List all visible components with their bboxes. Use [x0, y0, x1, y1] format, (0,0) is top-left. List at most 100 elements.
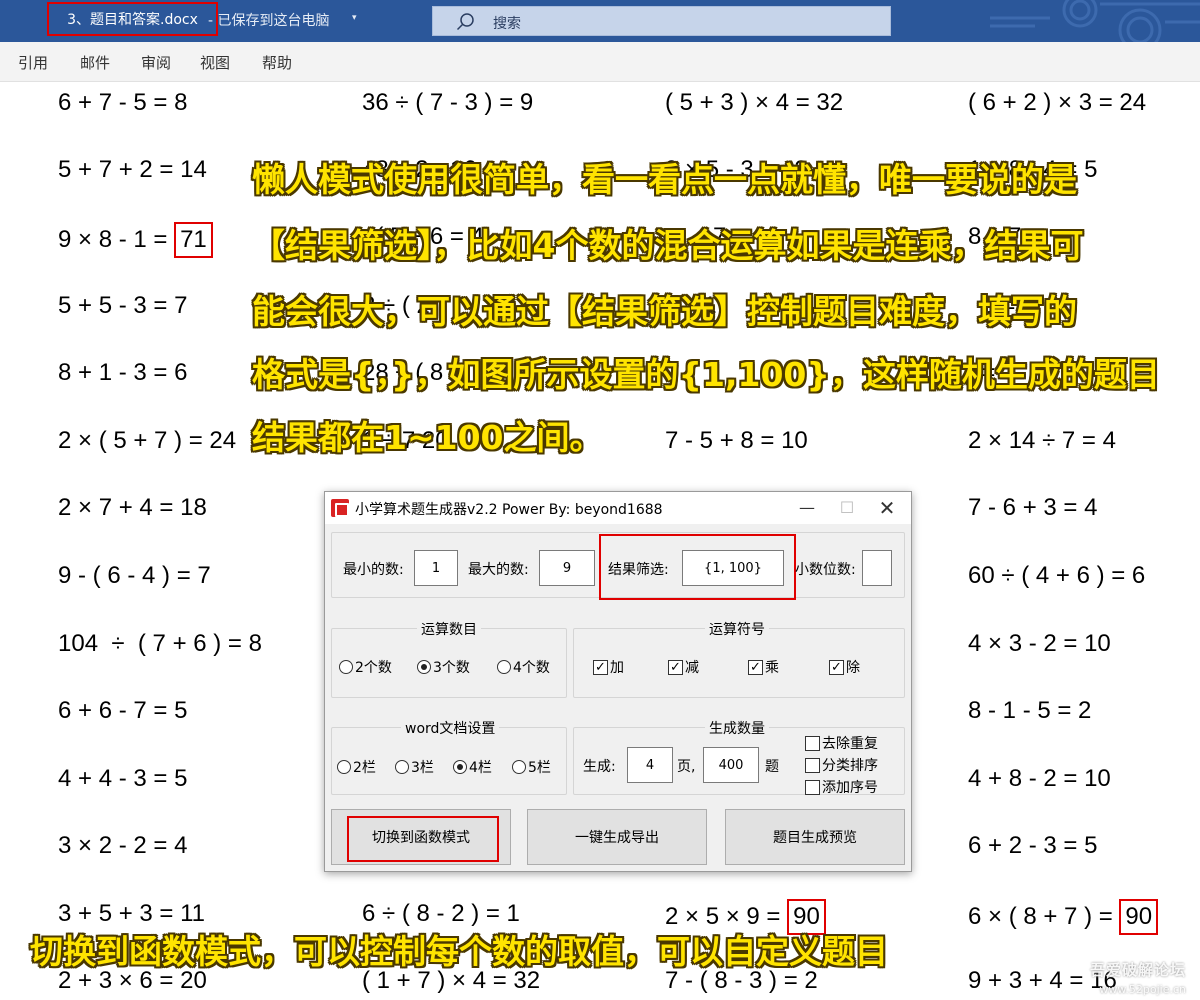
- decimal-label: 小数位数:: [795, 562, 856, 578]
- equation: 7 - 5 + 8 = 10: [665, 427, 808, 454]
- radio-label: 3个数: [433, 660, 470, 676]
- tab-mailings[interactable]: 邮件: [80, 52, 110, 73]
- radio-circle: [512, 760, 526, 774]
- min-number-input[interactable]: 1: [414, 550, 458, 586]
- dialog-title: 小学算术题生成器v2.2 Power By: beyond1688: [355, 502, 663, 518]
- annotation-bottom: 切换到函数模式，可以控制每个数的取值，可以自定义题目: [30, 932, 888, 971]
- radio-label: 2栏: [353, 760, 376, 776]
- tab-view[interactable]: 视图: [200, 52, 230, 73]
- max-number-input[interactable]: 9: [539, 550, 595, 586]
- radio-label: 3栏: [411, 760, 434, 776]
- equation-text: 9 × 8 - 1 =: [58, 226, 175, 253]
- checkbox-sort[interactable]: 分类排序: [805, 755, 878, 775]
- search-placeholder: 搜索: [493, 16, 521, 32]
- checkbox-label: 除: [846, 660, 860, 676]
- radio-2-numbers[interactable]: 2个数: [339, 657, 392, 677]
- equation: 7 - 6 + 3 = 4: [968, 494, 1098, 521]
- switch-button-highlight: [347, 816, 499, 862]
- ribbon-tabs: 引用 邮件 审阅 视图 帮助: [0, 42, 1200, 82]
- radio-circle: [339, 660, 353, 674]
- equation: 2 × 14 ÷ 7 = 4: [968, 427, 1116, 454]
- equation-text: 2 × 5 × 9 =: [665, 903, 788, 930]
- equation: 9 - ( 6 - 4 ) = 7: [58, 562, 211, 589]
- equation: 4 + 4 - 3 = 5: [58, 765, 188, 792]
- radio-circle-selected: [453, 760, 467, 774]
- annotation-line: 懒人模式使用很简单，看一看点一点就懂，唯一要说的是: [252, 160, 1077, 199]
- close-icon[interactable]: ✕: [867, 496, 907, 520]
- highlighted-answer: 71: [174, 222, 213, 258]
- annotation-line: 结果都在1~100之间。: [252, 418, 603, 457]
- equation-text: 6 × ( 8 + 7 ) =: [968, 903, 1120, 930]
- dialog-title-bar[interactable]: 小学算术题生成器v2.2 Power By: beyond1688 — ☐ ✕: [325, 492, 911, 524]
- checkbox-dedupe[interactable]: 去除重复: [805, 733, 878, 753]
- app-icon: [331, 499, 349, 517]
- equation: ( 6 + 2 ) × 3 = 24: [968, 89, 1147, 116]
- checkmark-icon: ✓: [748, 659, 763, 675]
- annotation-line: 【结果筛选】，比如4个数的混合运算如果是连乘，结果可: [252, 226, 1084, 265]
- checkmark-icon: ✓: [593, 659, 608, 675]
- checkbox-box: [805, 757, 820, 773]
- radio-3-numbers[interactable]: 3个数: [417, 657, 470, 677]
- checkbox-box: [805, 735, 820, 751]
- search-box[interactable]: 搜索: [432, 6, 891, 36]
- equation: 6 ÷ ( 8 - 2 ) = 1: [362, 900, 520, 927]
- operand-count-label: 运算数目: [417, 619, 481, 639]
- decimal-places-input[interactable]: [862, 550, 892, 586]
- checkbox-label: 减: [685, 660, 699, 676]
- generate-amount-label: 生成数量: [705, 718, 769, 738]
- export-button[interactable]: 一键生成导出: [527, 809, 707, 865]
- equation: 3 × 2 - 2 = 4: [58, 832, 188, 859]
- checkbox-add[interactable]: ✓ 加: [593, 657, 624, 677]
- operators-label: 运算符号: [705, 619, 769, 639]
- checkbox-divide[interactable]: ✓ 除: [829, 657, 860, 677]
- tab-references[interactable]: 引用: [18, 52, 48, 73]
- radio-2-columns[interactable]: 2栏: [337, 757, 376, 777]
- maximize-icon[interactable]: ☐: [827, 496, 867, 520]
- equation: 60 ÷ ( 4 + 6 ) = 6: [968, 562, 1146, 589]
- equation: ( 5 + 3 ) × 4 = 32: [665, 89, 844, 116]
- document-title[interactable]: 3、题目和答案.docx: [47, 2, 218, 36]
- radio-5-columns[interactable]: 5栏: [512, 757, 551, 777]
- annotation-line: 格式是{，}，如图所示设置的{1,100}，这样随机生成的题目: [252, 355, 1160, 394]
- equation: 8 + 1 - 3 = 6: [58, 359, 188, 386]
- tab-help[interactable]: 帮助: [262, 52, 292, 73]
- chevron-down-icon[interactable]: ▾: [352, 13, 357, 23]
- radio-circle: [497, 660, 511, 674]
- equation: 2 × ( 5 + 7 ) = 24: [58, 427, 237, 454]
- radio-circle: [337, 760, 351, 774]
- equation: 4 + 8 - 2 = 10: [968, 765, 1111, 792]
- watermark: 吾爱破解论坛: [1089, 961, 1186, 979]
- equation: 6 × ( 8 + 7 ) = 90: [968, 899, 1159, 935]
- checkmark-icon: ✓: [829, 659, 844, 675]
- questions-unit: 题: [765, 759, 779, 775]
- generator-dialog: 小学算术题生成器v2.2 Power By: beyond1688 — ☐ ✕ …: [324, 491, 912, 872]
- checkbox-subtract[interactable]: ✓ 减: [668, 657, 699, 677]
- search-icon: [456, 13, 474, 31]
- radio-label: 4栏: [469, 760, 492, 776]
- radio-4-numbers[interactable]: 4个数: [497, 657, 550, 677]
- equation: 104 ÷ ( 7 + 6 ) = 8: [58, 630, 262, 657]
- equation: 6 + 6 - 7 = 5: [58, 697, 188, 724]
- preview-button[interactable]: 题目生成预览: [725, 809, 905, 865]
- annotation-line: 能会很大，可以通过【结果筛选】控制题目难度，填写的: [252, 292, 1077, 331]
- equation: 4 × 3 - 2 = 10: [968, 630, 1111, 657]
- radio-3-columns[interactable]: 3栏: [395, 757, 434, 777]
- checkbox-label: 加: [610, 660, 624, 676]
- checkbox-box: [805, 779, 820, 795]
- equation: 8 - 1 - 5 = 2: [968, 697, 1092, 724]
- equation: 5 + 7 + 2 = 14: [58, 156, 207, 183]
- equation: 9 × 8 - 1 = 71: [58, 222, 213, 258]
- tab-review[interactable]: 审阅: [141, 52, 171, 73]
- word-settings-label: word文档设置: [401, 718, 500, 738]
- questions-input[interactable]: 400: [703, 747, 759, 783]
- minimize-icon[interactable]: —: [787, 496, 827, 520]
- checkbox-multiply[interactable]: ✓ 乘: [748, 657, 779, 677]
- pages-input[interactable]: 4: [627, 747, 673, 783]
- radio-4-columns[interactable]: 4栏: [453, 757, 492, 777]
- checkbox-numbering[interactable]: 添加序号: [805, 777, 878, 797]
- radio-label: 5栏: [528, 760, 551, 776]
- equation: 6 + 7 - 5 = 8: [58, 89, 188, 116]
- radio-circle: [395, 760, 409, 774]
- checkbox-label: 分类排序: [822, 758, 878, 774]
- save-status[interactable]: - 已保存到这台电脑: [208, 10, 330, 30]
